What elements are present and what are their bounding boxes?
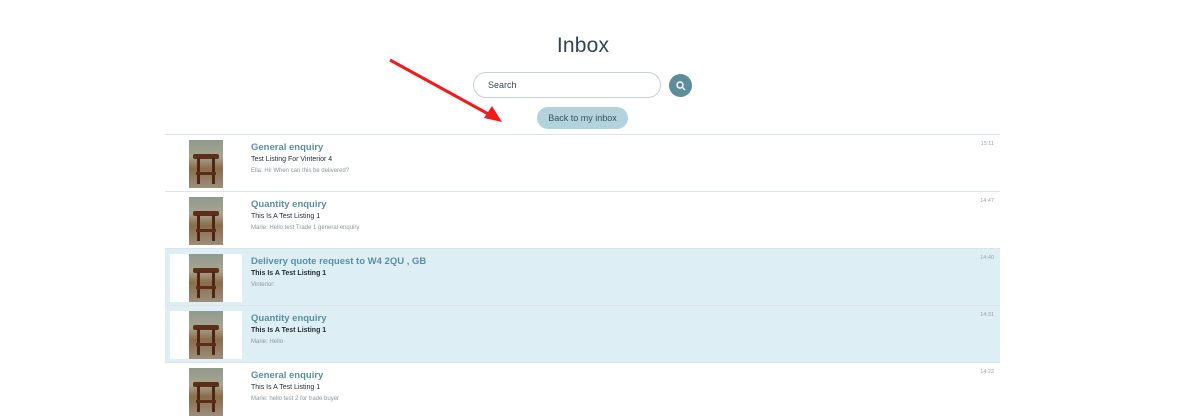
conversation-row[interactable]: Delivery quote request to W4 2QU , GB Th…: [165, 248, 1000, 305]
message-time: 14:47: [980, 198, 994, 204]
message-time: 14:22: [980, 369, 994, 375]
listing-thumbnail: [170, 368, 242, 416]
message-time: 14:40: [980, 255, 994, 261]
listing-title: Test Listing For Vinterior 4: [251, 156, 333, 163]
conversation-subject: Quantity enquiry: [251, 199, 327, 210]
listing-title: This Is A Test Listing 1: [251, 384, 321, 391]
search-button[interactable]: [669, 74, 692, 97]
listing-title: This Is A Test Listing 1: [251, 327, 327, 334]
conversation-row[interactable]: General enquiry This Is A Test Listing 1…: [165, 362, 1000, 419]
message-time: 14:31: [980, 312, 994, 318]
message-preview: Marie: hello test 2 for trade buyer: [251, 396, 340, 402]
message-preview: Vinterior:: [251, 282, 275, 288]
conversation-row[interactable]: Quantity enquiry This Is A Test Listing …: [165, 191, 1000, 248]
search-input[interactable]: [486, 79, 650, 91]
conversation-row[interactable]: General enquiry Test Listing For Vinteri…: [165, 134, 1000, 191]
message-time: 15:11: [980, 141, 994, 147]
conversation-subject: Quantity enquiry: [251, 313, 327, 324]
listing-title: This Is A Test Listing 1: [251, 213, 321, 220]
conversation-list: General enquiry Test Listing For Vinteri…: [165, 134, 1000, 419]
search-field[interactable]: [473, 72, 661, 98]
listing-thumbnail: [170, 254, 242, 302]
conversation-subject: General enquiry: [251, 370, 324, 381]
listing-title: This Is A Test Listing 1: [251, 270, 327, 277]
conversation-subject: General enquiry: [251, 142, 324, 153]
message-preview: Ella: Hi! When can this be delivered?: [251, 168, 350, 174]
conversation-row[interactable]: Quantity enquiry This Is A Test Listing …: [165, 305, 1000, 362]
search-icon: [675, 80, 685, 90]
page-title: Inbox: [556, 34, 610, 57]
listing-thumbnail: [170, 140, 242, 188]
message-preview: Marie: Hello: [251, 339, 284, 345]
back-to-inbox-button[interactable]: Back to my inbox: [537, 107, 628, 129]
listing-thumbnail: [170, 197, 242, 245]
conversation-subject: Delivery quote request to W4 2QU , GB: [251, 256, 427, 267]
listing-thumbnail: [170, 311, 242, 359]
message-preview: Marie: Hello test Trade 1 general enquir…: [251, 225, 360, 231]
